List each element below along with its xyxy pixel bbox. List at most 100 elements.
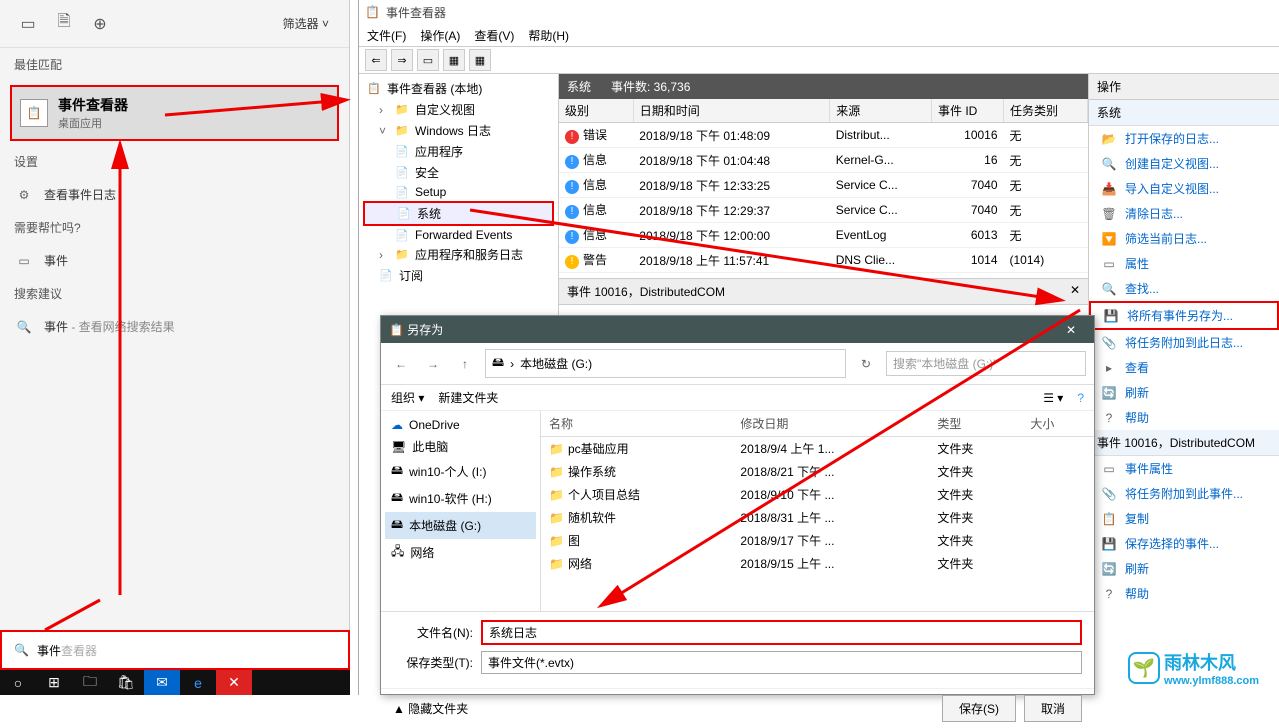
table-row[interactable]: !错误2018/9/18 下午 01:48:09Distribut...1001…	[559, 123, 1088, 148]
task-view-icon[interactable]: ⊞	[36, 670, 72, 695]
dialog-close-button[interactable]: ✕	[1056, 323, 1086, 337]
suggest-item[interactable]: 🔍 事件 - 查看网络搜索结果	[0, 310, 349, 343]
fcol-name[interactable]: 名称	[541, 411, 732, 437]
refresh-button[interactable]: ↻	[854, 352, 878, 376]
action-item[interactable]: 📎将任务附加到此日志...	[1089, 330, 1279, 355]
file-row[interactable]: 📁网络2018/9/15 上午 ...文件夹	[541, 552, 1094, 575]
tree-setup[interactable]: 📄Setup	[363, 183, 554, 201]
tree-network[interactable]: 🖧网络	[385, 539, 536, 566]
tree-thispc[interactable]: 🖥此电脑	[385, 435, 536, 458]
table-row[interactable]: !信息2018/9/18 下午 01:04:48Kernel-G...16无	[559, 148, 1088, 173]
action-item[interactable]: 💾保存选择的事件...	[1089, 531, 1279, 556]
search-field[interactable]: 搜索"本地磁盘 (G:)"	[886, 351, 1086, 376]
file-row[interactable]: 📁pc基础应用2018/9/4 上午 1...文件夹	[541, 437, 1094, 461]
menu-action[interactable]: 操作(A)	[420, 27, 460, 44]
action-item[interactable]: 📂打开保存的日志...	[1089, 126, 1279, 151]
action-item[interactable]: 📥导入自定义视图...	[1089, 176, 1279, 201]
new-folder-button[interactable]: 新建文件夹	[438, 389, 498, 406]
help-icon[interactable]: ?	[1077, 391, 1084, 405]
col-datetime[interactable]: 日期和时间	[633, 99, 829, 123]
best-match-item[interactable]: 📋 事件查看器 桌面应用	[10, 85, 339, 141]
tree-app-services[interactable]: ›📁应用程序和服务日志	[363, 244, 554, 265]
action-item[interactable]: 📎将任务附加到此事件...	[1089, 481, 1279, 506]
menu-help[interactable]: 帮助(H)	[528, 27, 569, 44]
tree-drive-h[interactable]: 🖴win10-软件 (H:)	[385, 485, 536, 512]
forward-button[interactable]: ⇒	[391, 49, 413, 71]
store-icon[interactable]: 🛍	[108, 670, 144, 695]
tree-application[interactable]: 📄应用程序	[363, 141, 554, 162]
filter-dropdown[interactable]: 筛选器 ˅	[283, 15, 329, 32]
tree-security[interactable]: 📄安全	[363, 162, 554, 183]
action-item[interactable]: 💾将所有事件另存为...	[1089, 301, 1279, 330]
tree-root[interactable]: 📋事件查看器 (本地)	[363, 78, 554, 99]
tree-onedrive[interactable]: ☁OneDrive	[385, 415, 536, 435]
nav-forward-button[interactable]: →	[421, 352, 445, 376]
file-row[interactable]: 📁图2018/9/17 下午 ...文件夹	[541, 529, 1094, 552]
action-item[interactable]: 🔽筛选当前日志...	[1089, 226, 1279, 251]
col-id[interactable]: 事件 ID	[932, 99, 1004, 123]
outlook-icon[interactable]: ✉	[144, 670, 180, 695]
nav-back-button[interactable]: ←	[389, 352, 413, 376]
action-item[interactable]: ?帮助	[1089, 405, 1279, 430]
nav-up-button[interactable]: ↑	[453, 352, 477, 376]
toolbaricon1[interactable]: ▭	[417, 49, 439, 71]
tree-custom-views[interactable]: ›📁自定义视图	[363, 99, 554, 120]
start-button[interactable]: ○	[0, 670, 36, 695]
filetype-select[interactable]: 事件文件(*.evtx)	[481, 651, 1082, 674]
file-row[interactable]: 📁个人项目总结2018/9/10 下午 ...文件夹	[541, 483, 1094, 506]
table-row[interactable]: !警告2018/9/18 上午 11:57:41DNS Clie...1014(…	[559, 248, 1088, 273]
tree-drive-g[interactable]: 🖴本地磁盘 (G:)	[385, 512, 536, 539]
view-options-icon[interactable]: ☰ ▾	[1043, 391, 1063, 405]
file-row[interactable]: 📁操作系统2018/8/21 下午 ...文件夹	[541, 460, 1094, 483]
save-button[interactable]: 保存(S)	[942, 695, 1016, 722]
tree-windows-logs[interactable]: ˅📁Windows 日志	[363, 120, 554, 141]
fcol-type[interactable]: 类型	[929, 411, 1022, 437]
menu-view[interactable]: 查看(V)	[474, 27, 514, 44]
file-list[interactable]: 名称 修改日期 类型 大小 📁pc基础应用2018/9/4 上午 1...文件夹…	[541, 411, 1094, 611]
filename-input[interactable]: 系统日志	[481, 620, 1082, 645]
edge-icon[interactable]: e	[180, 670, 216, 695]
file-row[interactable]: 📁随机软件2018/8/31 上午 ...文件夹	[541, 506, 1094, 529]
table-row[interactable]: !信息2018/9/18 下午 12:00:00EventLog6013无	[559, 223, 1088, 248]
close-icon[interactable]: ✕	[216, 670, 252, 695]
document-icon[interactable]: 🗎	[46, 6, 82, 42]
action-item[interactable]: ▸查看	[1089, 355, 1279, 380]
tree-system[interactable]: 📄系统	[363, 201, 554, 226]
table-row[interactable]: !信息2018/9/18 下午 12:33:25Service C...7040…	[559, 173, 1088, 198]
close-detail-icon[interactable]: ✕	[1070, 283, 1080, 300]
back-button[interactable]: ⇐	[365, 49, 387, 71]
tree-forwarded[interactable]: 📄Forwarded Events	[363, 226, 554, 244]
action-item[interactable]: ▭事件属性	[1089, 456, 1279, 481]
search-typed: 事件	[37, 642, 61, 659]
toolbaricon3[interactable]: ▦	[469, 49, 491, 71]
action-item[interactable]: 🔄刷新	[1089, 380, 1279, 405]
col-level[interactable]: 级别	[559, 99, 633, 123]
action-item[interactable]: ?帮助	[1089, 581, 1279, 606]
settings-item[interactable]: ⚙ 查看事件日志	[0, 178, 349, 211]
address-bar[interactable]: 🖴 › 本地磁盘 (G:)	[485, 349, 846, 378]
col-source[interactable]: 来源	[830, 99, 932, 123]
explorer-icon[interactable]: 🗀	[72, 670, 108, 695]
help-item[interactable]: ▭ 事件	[0, 244, 349, 277]
web-icon[interactable]: ⊕	[82, 6, 118, 42]
tree-subscriptions[interactable]: 📄订阅	[363, 265, 554, 286]
event-table[interactable]: 级别 日期和时间 来源 事件 ID 任务类别 !错误2018/9/18 下午 0…	[559, 99, 1088, 279]
action-item[interactable]: 🔍创建自定义视图...	[1089, 151, 1279, 176]
cortana-search-box[interactable]: 🔍 事件查看器	[0, 630, 350, 670]
fcol-size[interactable]: 大小	[1022, 411, 1094, 437]
organize-menu[interactable]: 组织 ▾	[391, 389, 424, 406]
menu-file[interactable]: 文件(F)	[367, 27, 406, 44]
action-item[interactable]: ▭属性	[1089, 251, 1279, 276]
action-item[interactable]: 📋复制	[1089, 506, 1279, 531]
hide-folders-link[interactable]: ▲ 隐藏文件夹	[393, 700, 468, 717]
cancel-button[interactable]: 取消	[1024, 695, 1082, 722]
recent-icon[interactable]: ▭	[10, 6, 46, 42]
action-item[interactable]: 🔄刷新	[1089, 556, 1279, 581]
toolbaricon2[interactable]: ▦	[443, 49, 465, 71]
fcol-date[interactable]: 修改日期	[732, 411, 929, 437]
action-item[interactable]: 🗑清除日志...	[1089, 201, 1279, 226]
action-item[interactable]: 🔍查找...	[1089, 276, 1279, 301]
col-category[interactable]: 任务类别	[1004, 99, 1088, 123]
table-row[interactable]: !信息2018/9/18 下午 12:29:37Service C...7040…	[559, 198, 1088, 223]
tree-drive-i[interactable]: 🖴win10-个人 (I:)	[385, 458, 536, 485]
